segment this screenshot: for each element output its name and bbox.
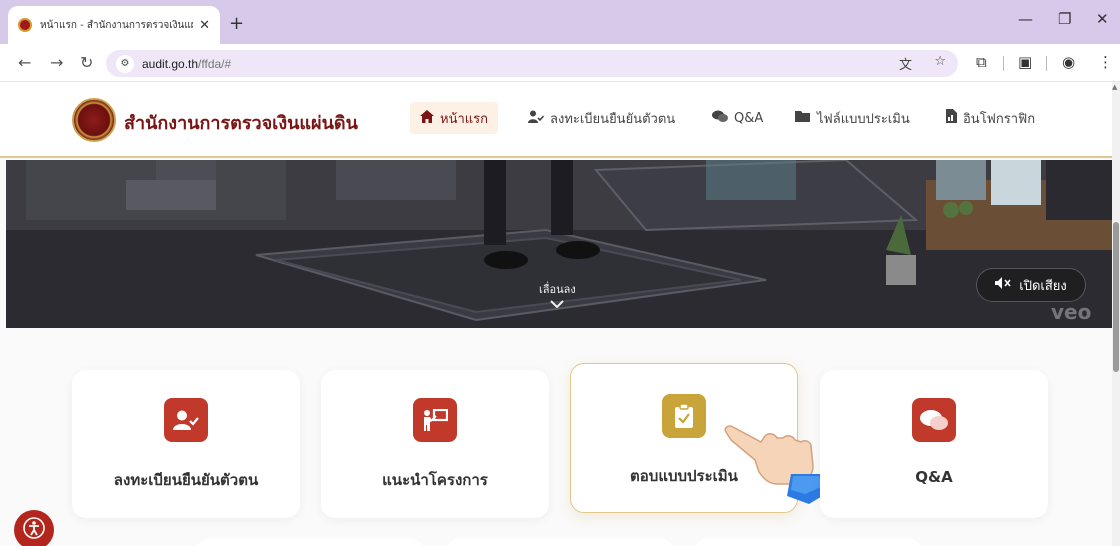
clipboard-check-icon [662,394,706,438]
browser-tab[interactable]: หน้าแรก - สำนักงานการตรวจเงินแผ่นดิน ✕ [8,6,220,44]
url-path: /ffda/# [198,56,232,71]
card-row2-item[interactable] [196,538,424,546]
user-check-icon [528,110,545,127]
card-assessment[interactable]: ตอบแบบประเมิน [570,363,829,513]
speaker-muted-icon [995,277,1013,293]
card-qa-label: Q&A [915,468,953,486]
nav-assessment-files-label: ไฟล์แบบประเมิน [817,111,910,127]
star-icon[interactable]: ☆ [934,54,946,69]
nav-home[interactable]: หน้าแรก [410,102,498,134]
infographic-icon [946,109,957,127]
nav-register-label: ลงทะเบียนยืนยันตัวตน [550,111,676,127]
toolbar-divider [1003,56,1004,71]
reload-icon[interactable]: ↻ [80,53,93,72]
nav-register[interactable]: ลงทะเบียนยืนยันตัวตน [528,102,675,134]
card-register-label: ลงทะเบียนยืนยันตัวตน [113,471,259,489]
favicon-icon [18,18,32,32]
chevron-down-icon[interactable] [550,296,564,312]
scrollbar-thumb[interactable] [1113,222,1119,372]
url-text: audit.go.th/ffda/# [142,57,231,71]
card-project-intro-label: แนะนำโครงการ [382,471,488,489]
nav-infographic[interactable]: อินโฟกราฟิก [946,102,1035,134]
card-project-intro[interactable]: แนะนำโครงการ [321,370,549,518]
back-icon[interactable]: ← [18,53,31,72]
card-row2-item[interactable] [694,538,922,546]
chat-icon [912,398,956,442]
unmute-label: เปิดเสียง [1019,278,1067,294]
translate-icon[interactable]: 文 [899,54,912,73]
close-tab-icon[interactable]: ✕ [199,18,210,33]
chat-icon [712,110,728,127]
extensions-icon[interactable]: ⧉ [976,53,987,71]
veo-watermark: veo [1051,300,1092,324]
address-bar[interactable]: ⚙ audit.go.th/ffda/# 文 ☆ [106,50,958,77]
presentation-icon [413,398,457,442]
nav-home-label: หน้าแรก [440,111,488,127]
site-logo-text[interactable]: สำนักงานการตรวจเงินแผ่นดิน [124,108,358,137]
site-info-icon[interactable]: ⚙ [116,54,134,73]
scroll-up-icon[interactable]: ▲ [1112,83,1117,91]
nav-assessment-files[interactable]: ไฟล์แบบประเมิน [795,102,910,134]
home-icon [420,109,434,127]
unmute-button[interactable]: เปิดเสียง [976,268,1086,302]
tab-title: หน้าแรก - สำนักงานการตรวจเงินแผ่นดิน [40,19,193,31]
folder-icon [795,110,811,126]
nav-qa[interactable]: Q&A [712,102,763,134]
reading-list-icon[interactable]: ▣ [1018,53,1032,71]
card-register[interactable]: ลงทะเบียนยืนยันตัวตน [72,370,300,518]
accessibility-icon [23,517,45,543]
toolbar-divider [1046,56,1047,71]
url-host: audit.go.th [142,56,199,71]
nav-qa-label: Q&A [734,110,764,126]
hero-video: เลื่อนลง เปิดเสียง veo [6,160,1112,328]
new-tab-button[interactable]: + [229,13,244,34]
site-header: สำนักงานการตรวจเงินแผ่นดิน หน้าแรก ลงทะเ… [0,82,1112,158]
minimize-icon[interactable]: — [1018,10,1033,28]
card-qa[interactable]: Q&A [820,370,1048,518]
nav-infographic-label: อินโฟกราฟิก [963,111,1036,127]
oag-emblem-logo[interactable] [72,98,116,142]
browser-tab-bar: หน้าแรก - สำนักงานการตรวจเงินแผ่นดิน ✕ +… [0,0,1120,44]
forward-icon[interactable]: → [50,53,63,72]
profile-icon[interactable]: ◉ [1062,53,1075,71]
user-check-icon [164,398,208,442]
restore-icon[interactable]: ❐ [1058,10,1071,28]
accessibility-button[interactable] [14,510,54,546]
pointing-hand-icon [724,425,829,504]
menu-icon[interactable]: ⋮ [1098,53,1113,71]
close-window-icon[interactable]: ✕ [1096,10,1109,28]
browser-toolbar: ← → ↻ ⚙ audit.go.th/ffda/# 文 ☆ ⧉ ▣ ◉ ⋮ [0,44,1120,82]
card-row2-item[interactable] [446,538,674,546]
